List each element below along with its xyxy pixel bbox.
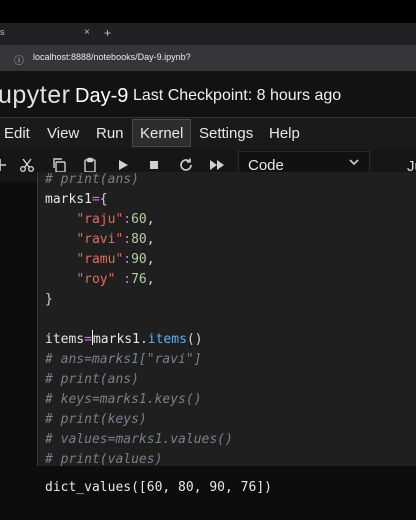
comment-line: # ans=marks1["ravi"] <box>45 352 202 367</box>
site-info-icon[interactable]: ⓘ <box>14 52 24 67</box>
menu-bar: Edit View Run Kernel Settings Help <box>0 117 416 151</box>
code-line: items=marks1.items() <box>45 330 203 347</box>
url-text[interactable]: localhost:8888/notebooks/Day-9.ipynb? <box>33 52 191 62</box>
cut-icon[interactable] <box>17 155 37 175</box>
jupyter-header: upyter Day-9 Last Checkpoint: 8 hours ag… <box>0 71 416 117</box>
browser-tab-title[interactable]: s <box>0 27 5 37</box>
notebook-area: # print(ans) marks1={ "raju":60, "ravi":… <box>0 172 416 520</box>
comment-line: # values=marks1.values() <box>45 432 233 447</box>
browser-tab-bar: s × + <box>0 23 416 45</box>
notebook-title[interactable]: Day-9 <box>75 85 128 108</box>
code-line: "ramu":90, <box>76 252 155 267</box>
screen-top-margin <box>0 0 416 23</box>
comment-line: # print(keys) <box>45 412 147 427</box>
code-line: "ravi":80, <box>76 232 155 247</box>
browser-address-bar[interactable]: ⓘ localhost:8888/notebooks/Day-9.ipynb? <box>0 45 416 71</box>
code-line: } <box>45 292 53 307</box>
cell-output: dict_values([60, 80, 90, 76]) <box>45 480 272 495</box>
code-line: marks1={ <box>45 192 108 207</box>
close-tab-icon[interactable]: × <box>84 27 90 38</box>
code-line: "raju":60, <box>76 212 155 227</box>
menu-view[interactable]: View <box>47 125 79 142</box>
new-tab-icon[interactable]: + <box>104 26 111 40</box>
comment-line: # print(values) <box>45 452 163 467</box>
chevron-down-icon <box>348 156 360 171</box>
last-checkpoint: Last Checkpoint: 8 hours ago <box>133 87 342 104</box>
menu-help[interactable]: Help <box>269 125 300 142</box>
menu-settings[interactable]: Settings <box>199 125 253 142</box>
menu-run[interactable]: Run <box>96 125 124 142</box>
code-line: "roy" :76, <box>76 272 155 287</box>
comment-line: # keys=marks1.keys() <box>45 392 202 407</box>
code-line: # print(ans) <box>45 172 139 187</box>
menu-kernel[interactable]: Kernel <box>132 119 192 147</box>
add-cell-icon[interactable] <box>0 155 10 175</box>
comment-line: # print(ans) <box>45 372 139 387</box>
jupyter-logo[interactable]: upyter <box>0 81 70 110</box>
menu-edit[interactable]: Edit <box>4 125 30 142</box>
